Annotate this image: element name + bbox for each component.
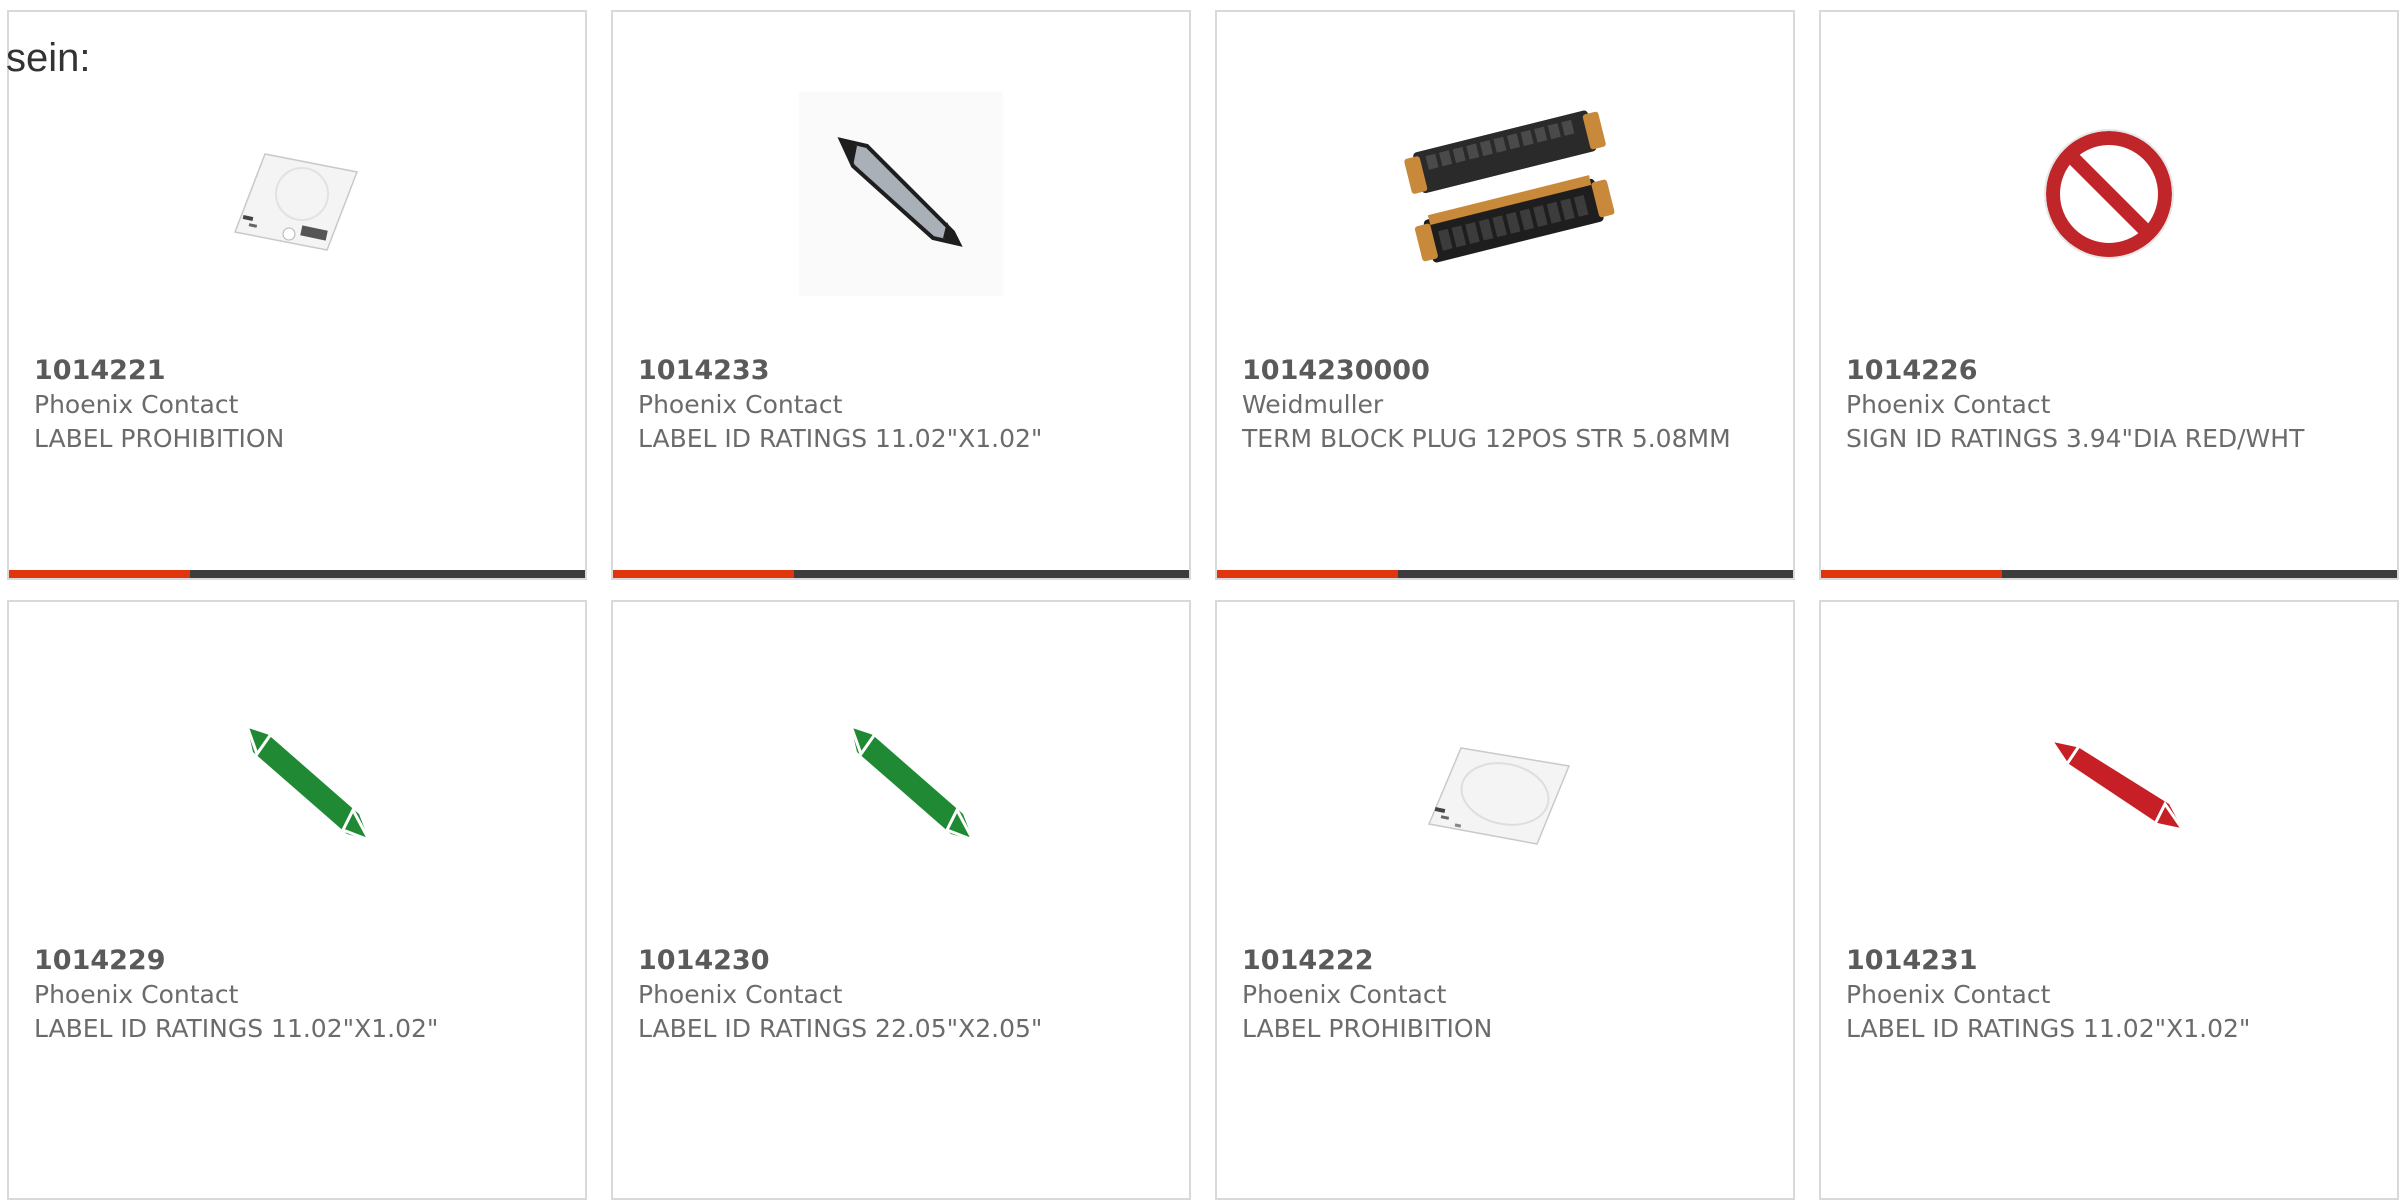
prohibition-sign-icon[interactable]	[1989, 84, 2229, 304]
product-sku[interactable]: 1014230	[638, 944, 1169, 978]
red-pipe-marker-icon[interactable]	[1989, 674, 2229, 894]
green-pipe-marker-icon[interactable]	[781, 674, 1021, 894]
product-description: LABEL ID RATINGS 11.02"X1.02"	[1846, 1014, 2251, 1043]
card-accent-fill	[1217, 570, 1399, 578]
product-description: LABEL ID RATINGS 22.05"X2.05"	[638, 1014, 1043, 1043]
lead-text: sein:	[6, 36, 91, 80]
product-card[interactable]: 1014226 Phoenix Contact SIGN ID RATINGS …	[1819, 10, 2399, 580]
card-accent-fill	[1821, 570, 2003, 578]
gray-pipe-marker-icon[interactable]	[781, 84, 1021, 304]
card-accent-fill	[9, 570, 191, 578]
product-manufacturer: Phoenix Contact	[1846, 980, 2051, 1009]
green-pipe-marker-icon[interactable]	[177, 674, 417, 894]
product-card[interactable]: 1014230 Phoenix Contact LABEL ID RATINGS…	[611, 600, 1191, 1200]
product-sku[interactable]: 1014229	[34, 944, 565, 978]
product-sku[interactable]: 1014230000	[1242, 354, 1773, 388]
product-sku[interactable]: 1014222	[1242, 944, 1773, 978]
product-sku[interactable]: 1014233	[638, 354, 1169, 388]
product-card[interactable]: 1014222 Phoenix Contact LABEL PROHIBITIO…	[1215, 600, 1795, 1200]
card-accent-bar	[9, 570, 585, 578]
product-description: LABEL PROHIBITION	[1242, 1014, 1493, 1043]
product-card[interactable]: 1014231 Phoenix Contact LABEL ID RATINGS…	[1819, 600, 2399, 1200]
product-description: SIGN ID RATINGS 3.94"DIA RED/WHT	[1846, 424, 2305, 453]
product-card[interactable]: 1014221 Phoenix Contact LABEL PROHIBITIO…	[7, 10, 587, 580]
product-description: LABEL ID RATINGS 11.02"X1.02"	[34, 1014, 439, 1043]
product-sku[interactable]: 1014226	[1846, 354, 2377, 388]
product-card[interactable]: 1014233 Phoenix Contact LABEL ID RATINGS…	[611, 10, 1191, 580]
product-description: LABEL PROHIBITION	[34, 424, 285, 453]
product-manufacturer: Phoenix Contact	[1242, 980, 1447, 1009]
card-accent-fill	[613, 570, 795, 578]
product-manufacturer: Phoenix Contact	[1846, 390, 2051, 419]
card-accent-bar	[1821, 570, 2397, 578]
product-sku[interactable]: 1014221	[34, 354, 565, 388]
product-manufacturer: Phoenix Contact	[638, 390, 843, 419]
product-sku[interactable]: 1014231	[1846, 944, 2377, 978]
product-description: TERM BLOCK PLUG 12POS STR 5.08MM	[1242, 424, 1731, 453]
product-manufacturer: Weidmuller	[1242, 390, 1384, 419]
card-accent-bar	[613, 570, 1189, 578]
product-manufacturer: Phoenix Contact	[34, 390, 239, 419]
product-description: LABEL ID RATINGS 11.02"X1.02"	[638, 424, 1043, 453]
card-accent-bar	[1217, 570, 1793, 578]
product-manufacturer: Phoenix Contact	[34, 980, 239, 1009]
product-card[interactable]: 1014230000 Weidmuller TERM BLOCK PLUG 12…	[1215, 10, 1795, 580]
product-card[interactable]: 1014229 Phoenix Contact LABEL ID RATINGS…	[7, 600, 587, 1200]
product-manufacturer: Phoenix Contact	[638, 980, 843, 1009]
label-sheet-icon[interactable]	[177, 84, 417, 304]
label-sheet-icon[interactable]	[1385, 674, 1625, 894]
terminal-block-plug-icon[interactable]	[1385, 84, 1625, 304]
